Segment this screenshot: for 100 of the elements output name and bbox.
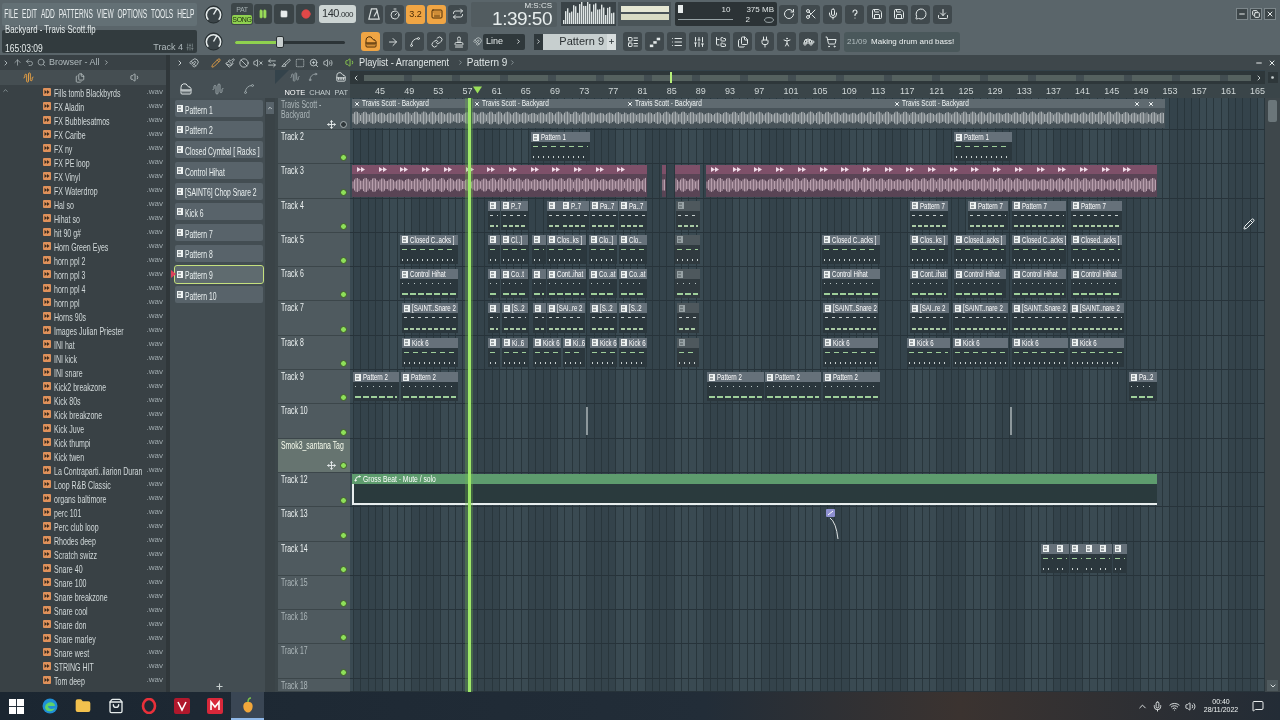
- toolbar-button[interactable]: [889, 4, 908, 24]
- pattern-clip[interactable]: Cl..]: [501, 234, 528, 265]
- track-lane[interactable]: Kick 6 Ki..6 Kick 6 Ki..6 Kick 6 Kick 6 Kick 6 Kick 6 Kick 6 Kick 6 Kick 6: [350, 335, 1265, 371]
- pattern-item[interactable]: Pattern 2: [175, 120, 263, 138]
- browser-item[interactable]: Snare west .wav: [10, 645, 166, 659]
- edit-tool-toggle[interactable]: [405, 32, 424, 51]
- browser-item[interactable]: hit 90 g# .wav: [10, 225, 166, 239]
- browser-item[interactable]: FX Aladin .wav: [10, 99, 166, 113]
- track-header[interactable]: Track 13: [278, 507, 350, 541]
- view-button[interactable]: [799, 32, 818, 51]
- track-lane[interactable]: Pattern 1 Pattern 1: [350, 130, 1265, 165]
- track-header[interactable]: Track 6: [278, 267, 350, 301]
- track-mute-toggle[interactable]: [340, 600, 347, 608]
- pattern-clip[interactable]: Control Hihat: [822, 269, 880, 299]
- pattern-clip[interactable]: Pa..2: [1129, 372, 1157, 402]
- pattern-clip[interactable]: [1055, 543, 1069, 573]
- pattern-clip[interactable]: [677, 337, 699, 368]
- pattern-clip[interactable]: Pattern 7: [968, 200, 1008, 230]
- tempo-display[interactable]: 140.000: [319, 5, 356, 23]
- pattern-clip[interactable]: [488, 337, 500, 368]
- track-lane[interactable]: Control Hihat Co..t Cont..ihat Co..at Co..at Control Hihat Cont..ihat Control Hihat Control Hihat Control Hihat: [350, 267, 1265, 302]
- track-mute-toggle[interactable]: [340, 360, 347, 368]
- ring-icon[interactable]: [140, 698, 157, 714]
- track-lane[interactable]: P..7 P..7 Pa..7 Pa..7 Pattern 7 Pattern 7 Pattern 7 Pattern 7: [350, 198, 1265, 233]
- pattern-clip[interactable]: [488, 303, 500, 333]
- browser-item[interactable]: organs baltimore .wav: [10, 491, 166, 505]
- minimize-button[interactable]: [1236, 8, 1248, 20]
- track-lane[interactable]: [SAINT..Snare 2 [S..2 [SAI..re 2 [S..2 [S..2 [SAINT..Snare 2 [SAI..re 2 [SAINT..nare 2 [SAINT..Snare 2 [SAINT..nare 2: [350, 301, 1265, 336]
- close-button[interactable]: [1264, 8, 1276, 20]
- browser-item[interactable]: INI kick .wav: [10, 351, 166, 365]
- pattern-item[interactable]: Closed Cymbal [ Racks ]: [175, 141, 263, 159]
- pattern-item[interactable]: Pattern 8: [175, 244, 263, 262]
- view-button[interactable]: [777, 32, 796, 51]
- audio-clip[interactable]: [662, 165, 666, 197]
- track-header[interactable]: Track 3: [278, 164, 350, 198]
- browser-item[interactable]: Scratch swizz .wav: [10, 547, 166, 561]
- track-header[interactable]: Track 12: [278, 472, 350, 507]
- view-button[interactable]: [689, 32, 708, 51]
- app-icon[interactable]: [173, 698, 190, 714]
- pattern-clip[interactable]: P..7: [561, 200, 589, 230]
- menu-item[interactable]: EDIT: [22, 7, 38, 21]
- stop-button[interactable]: [274, 4, 294, 24]
- track-header[interactable]: Smok3_santana Tag: [278, 438, 350, 472]
- pattern-clip[interactable]: [676, 200, 700, 230]
- view-button[interactable]: [821, 32, 840, 51]
- track-header[interactable]: Track 15: [278, 575, 350, 610]
- pattern-clip[interactable]: [1070, 543, 1084, 573]
- pattern-clip[interactable]: P..7: [501, 200, 528, 230]
- pattern-clip[interactable]: [677, 303, 699, 333]
- pattern-clip[interactable]: [SAINT..Snare 2: [1012, 303, 1068, 333]
- browser-item[interactable]: Kick breakzone .wav: [10, 407, 166, 421]
- browser-item[interactable]: perc 101 .wav: [10, 505, 166, 519]
- pattern-clip[interactable]: [SAI..re 2: [547, 303, 585, 333]
- overview-scrollbar[interactable]: [350, 71, 1265, 84]
- browser-item[interactable]: Images Julian Priester .wav: [10, 323, 166, 337]
- slider-track[interactable]: [235, 35, 345, 48]
- track-mute-toggle[interactable]: [340, 531, 347, 539]
- pattern-arrow-button[interactable]: [534, 33, 543, 50]
- playlist-pattern[interactable]: Pattern 9: [466, 55, 508, 70]
- scroll-end-button[interactable]: [1267, 72, 1278, 83]
- pattern-clip[interactable]: Kick 6: [1012, 337, 1068, 368]
- browser-icon[interactable]: [41, 698, 58, 714]
- track-mute-toggle[interactable]: [340, 257, 347, 265]
- track-mute-toggle[interactable]: [340, 291, 347, 299]
- pattern-clip[interactable]: Pattern 2: [353, 372, 399, 402]
- toolbar-button[interactable]: [845, 4, 864, 24]
- pattern-clip[interactable]: Pattern 1: [954, 132, 1012, 162]
- pattern-clip[interactable]: Kick 6: [619, 337, 647, 368]
- scrollbar[interactable]: [1265, 98, 1280, 692]
- track-mute-toggle[interactable]: [340, 497, 347, 505]
- track-header[interactable]: Track 16: [278, 610, 350, 644]
- pattern-clip[interactable]: Control Hihat: [1071, 269, 1122, 299]
- track-mute-toggle[interactable]: [340, 428, 347, 436]
- browser-item[interactable]: Snare 40 .wav: [10, 561, 166, 575]
- track-header[interactable]: Track 10: [278, 404, 350, 438]
- browser-item[interactable]: horn ppl .wav: [10, 295, 166, 309]
- volume-knob[interactable]: [204, 4, 223, 24]
- pattern-clip[interactable]: Kick 6: [590, 337, 617, 368]
- browser-item[interactable]: FX Bubblesatmos .wav: [10, 113, 166, 127]
- pattern-clip[interactable]: Closed..acks ]: [954, 234, 1006, 265]
- browser-item[interactable]: Hihat so .wav: [10, 211, 166, 225]
- pattern-clip[interactable]: [S..2: [590, 303, 617, 333]
- browser-item[interactable]: Snare 100 .wav: [10, 575, 166, 589]
- pattern-clip[interactable]: Control Hihat: [400, 269, 458, 299]
- pattern-item[interactable]: Pattern 10: [175, 286, 263, 304]
- countdown-toggle[interactable]: 3.2: [406, 4, 425, 24]
- browser-item[interactable]: horn ppl 2 .wav: [10, 253, 166, 267]
- record-option-toggle[interactable]: [427, 4, 446, 24]
- pattern-item[interactable]: Pattern 1: [175, 100, 263, 117]
- browser-item[interactable]: Fills tomb Blackbyrds .wav: [10, 85, 166, 99]
- snap-dropdown[interactable]: Line: [483, 33, 525, 50]
- app-icon[interactable]: [206, 698, 223, 714]
- browser-item[interactable]: Horns 90s .wav: [10, 309, 166, 323]
- pattern-clip[interactable]: Closed C..acks ]: [400, 234, 458, 265]
- track-lane[interactable]: Pattern 2 Pattern 2 Pattern 2 Pattern 2 Pattern 2 Pa..2: [350, 370, 1265, 405]
- browser-item[interactable]: Snare marley .wav: [10, 631, 166, 645]
- pattern-clip[interactable]: [SAINT..Snare 2: [402, 303, 458, 333]
- pattern-clip[interactable]: [488, 269, 500, 299]
- browser-item[interactable]: FX ny .wav: [10, 141, 166, 155]
- record-option-toggle[interactable]: [364, 4, 383, 24]
